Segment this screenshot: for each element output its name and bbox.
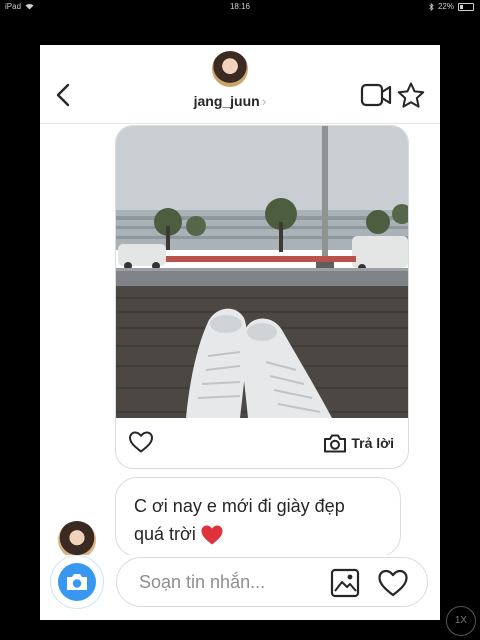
bluetooth-icon — [429, 2, 434, 11]
camera-button[interactable] — [50, 555, 104, 609]
zoom-button[interactable]: 1X — [446, 606, 476, 636]
back-arrow-icon[interactable] — [52, 81, 76, 109]
chat-header: jang_juun › — [40, 45, 440, 124]
message-line-1: C ơi nay e mới đi giày đẹp — [134, 496, 345, 516]
status-bar: iPad 18:16 22% — [0, 0, 480, 14]
heart-outline-icon[interactable] — [128, 430, 154, 454]
gallery-icon[interactable] — [329, 567, 361, 599]
camera-outline-icon — [324, 434, 347, 453]
battery-icon — [458, 2, 474, 11]
red-heart-emoji — [201, 525, 223, 545]
message-input-placeholder[interactable]: Soạn tin nhắn... — [139, 572, 265, 593]
message-composer: Soạn tin nhắn... — [50, 555, 430, 611]
shared-photo-card[interactable]: Trả lời — [115, 125, 409, 469]
message-line-2: quá trời — [134, 520, 382, 548]
username-text: jang_juun — [193, 93, 260, 109]
reply-button[interactable]: Trả lời — [323, 432, 394, 454]
direct-message-screen: jang_juun › Trả lời C ơi nay e mới đi gi… — [40, 45, 440, 620]
reply-label: Trả lời — [351, 435, 394, 451]
video-call-icon[interactable] — [360, 81, 392, 109]
sender-avatar[interactable] — [58, 521, 96, 559]
message-bubble[interactable]: C ơi nay e mới đi giày đẹp quá trời — [115, 477, 401, 557]
battery-percent: 22% — [437, 2, 454, 11]
sneakers-photo[interactable] — [116, 126, 408, 418]
heart-outline-icon[interactable] — [377, 568, 409, 598]
message-input[interactable]: Soạn tin nhắn... — [116, 557, 428, 607]
star-icon[interactable] — [396, 81, 426, 111]
chat-username[interactable]: jang_juun › — [160, 93, 300, 109]
camera-icon — [58, 563, 96, 601]
status-time: 18:16 — [229, 2, 251, 11]
header-avatar[interactable] — [212, 51, 248, 87]
chevron-right-icon: › — [261, 93, 267, 109]
